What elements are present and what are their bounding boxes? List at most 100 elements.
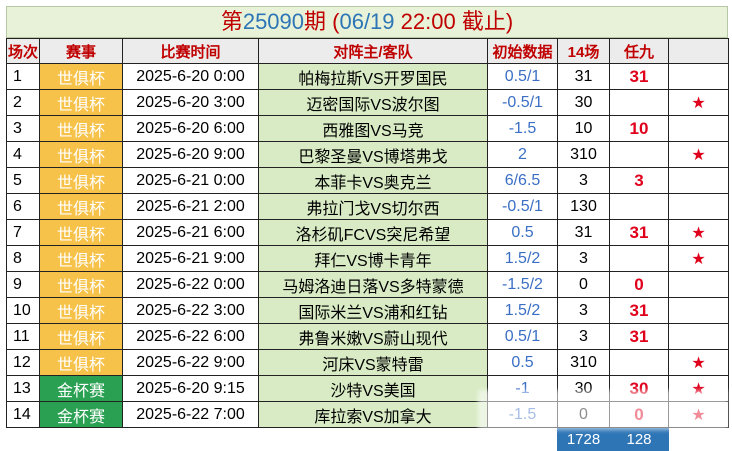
issue-number: 25090 (242, 9, 305, 34)
league-cell: 世俱杯 (39, 297, 123, 324)
pick-r9 (609, 349, 669, 376)
title-middle: 期 ( (304, 9, 340, 34)
title-prefix: 第 (220, 9, 243, 34)
match-time: 2025-6-20 3:00 (122, 89, 259, 116)
match-number: 10 (6, 297, 40, 324)
pick-r9: 31 (609, 219, 669, 246)
initial-odds: 1.5/2 (487, 245, 558, 272)
pick-14: 10 (557, 115, 610, 142)
match-time: 2025-6-20 6:00 (122, 115, 259, 142)
match-time: 2025-6-21 6:00 (122, 219, 259, 246)
table-row: 8 世俱杯 2025-6-21 9:00 拜仁VS博卡青年 1.5/2 3 ★ (6, 245, 729, 272)
league-cell: 世俱杯 (39, 89, 123, 116)
pick-14: 3 (557, 297, 610, 324)
league-cell: 世俱杯 (39, 349, 123, 376)
pick-14: 0 (557, 271, 610, 298)
match-number: 7 (6, 219, 40, 246)
pick-14: 31 (557, 63, 610, 90)
totals-row: 1728 128 (7, 427, 729, 451)
match-time: 2025-6-21 2:00 (122, 193, 259, 220)
match-teams: 马姆洛迪日落VS多特蒙德 (258, 271, 488, 298)
pick-14: 130 (557, 193, 610, 220)
match-teams: 巴黎圣曼VS博塔弗戈 (258, 141, 488, 168)
match-time: 2025-6-20 0:00 (122, 63, 259, 90)
match-teams: 拜仁VS博卡青年 (258, 245, 488, 272)
league-cell: 金杯赛 (39, 375, 123, 402)
match-time: 2025-6-22 3:00 (122, 297, 259, 324)
league-cell: 世俱杯 (39, 245, 123, 272)
initial-odds: 0.5 (487, 219, 558, 246)
match-number: 8 (6, 245, 40, 272)
match-teams: 帕梅拉斯VS开罗国民 (258, 63, 488, 90)
star-mark: ★ (668, 141, 729, 168)
col-header-odds: 初始数据 (487, 38, 558, 64)
pick-14: 310 (557, 141, 610, 168)
title-suffix: 截止) (455, 9, 514, 34)
match-teams: 迈密国际VS波尔图 (258, 89, 488, 116)
table-row: 9 世俱杯 2025-6-22 0:00 马姆洛迪日落VS多特蒙德 -1.5/2 0 0 (6, 271, 729, 298)
match-time: 2025-6-21 0:00 (122, 167, 259, 194)
match-teams: 河床VS蒙特雷 (258, 349, 488, 376)
match-teams: 库拉索VS加拿大 (258, 401, 488, 428)
watermark-blur (478, 390, 728, 430)
col-header-14: 14场 (557, 38, 610, 64)
match-number: 5 (6, 167, 40, 194)
initial-odds: 6/6.5 (487, 167, 558, 194)
match-time: 2025-6-22 6:00 (122, 323, 259, 350)
league-cell: 世俱杯 (39, 115, 123, 142)
star-mark (668, 167, 729, 194)
league-cell: 世俱杯 (39, 63, 123, 90)
star-mark (668, 297, 729, 324)
pick-14: 31 (557, 219, 610, 246)
table-row: 1 世俱杯 2025-6-20 0:00 帕梅拉斯VS开罗国民 0.5/1 31 31 (6, 63, 729, 90)
pick-r9: 31 (609, 323, 669, 350)
match-teams: 洛杉矶FCVS突尼希望 (258, 219, 488, 246)
match-time: 2025-6-20 9:00 (122, 141, 259, 168)
pick-r9 (609, 193, 669, 220)
match-teams: 本菲卡VS奥克兰 (258, 167, 488, 194)
pick-r9 (609, 245, 669, 272)
match-teams: 西雅图VS马竞 (258, 115, 488, 142)
star-mark (668, 115, 729, 142)
table-row: 10 世俱杯 2025-6-22 3:00 国际米兰VS浦和红钻 1.5/2 3 31 (6, 297, 729, 324)
initial-odds: -0.5/1 (487, 89, 558, 116)
match-time: 2025-6-20 9:15 (122, 375, 259, 402)
pick-14: 30 (557, 89, 610, 116)
initial-odds: 2 (487, 141, 558, 168)
table-row: 11 世俱杯 2025-6-22 6:00 弗鲁米嫩VS蔚山现代 0.5/1 3 31 (6, 323, 729, 350)
table-row: 12 世俱杯 2025-6-22 9:00 河床VS蒙特雷 0.5 310 ★ (6, 349, 729, 376)
col-header-match: 对阵主/客队 (258, 38, 488, 64)
initial-odds: -1.5 (487, 115, 558, 142)
match-number: 2 (6, 89, 40, 116)
initial-odds: -0.5/1 (487, 193, 558, 220)
table-row: 2 世俱杯 2025-6-20 3:00 迈密国际VS波尔图 -0.5/1 30 ★ (6, 89, 729, 116)
total-14: 1728 (557, 427, 610, 451)
match-number: 6 (6, 193, 40, 220)
col-header-league: 赛事 (39, 38, 123, 64)
pick-r9: 10 (609, 115, 669, 142)
star-mark (668, 193, 729, 220)
league-cell: 世俱杯 (39, 271, 123, 298)
sheet-title: 第25090期 (06/19 22:00 截止) (6, 6, 728, 38)
match-number: 13 (6, 375, 40, 402)
pick-14: 310 (557, 349, 610, 376)
col-header-r9: 任九 (609, 38, 669, 64)
total-r9: 128 (609, 427, 669, 451)
table-row: 4 世俱杯 2025-6-20 9:00 巴黎圣曼VS博塔弗戈 2 310 ★ (6, 141, 729, 168)
league-cell: 世俱杯 (39, 141, 123, 168)
col-header-num: 场次 (6, 38, 40, 64)
table-row: 6 世俱杯 2025-6-21 2:00 弗拉门戈VS切尔西 -0.5/1 130 (6, 193, 729, 220)
lottery-sheet: 第25090期 (06/19 22:00 截止) 场次 赛事 比赛时间 对阵主/… (6, 6, 729, 451)
match-number: 14 (6, 401, 40, 428)
col-header-star (668, 38, 729, 64)
header-row: 场次 赛事 比赛时间 对阵主/客队 初始数据 14场 任九 (6, 38, 729, 64)
table-row: 7 世俱杯 2025-6-21 6:00 洛杉矶FCVS突尼希望 0.5 31 31 ★ (6, 219, 729, 246)
match-number: 3 (6, 115, 40, 142)
pick-r9: 3 (609, 167, 669, 194)
match-teams: 弗鲁米嫩VS蔚山现代 (258, 323, 488, 350)
match-number: 12 (6, 349, 40, 376)
match-time: 2025-6-21 9:00 (122, 245, 259, 272)
pick-r9: 31 (609, 63, 669, 90)
initial-odds: 1.5/2 (487, 297, 558, 324)
match-number: 11 (6, 323, 40, 350)
